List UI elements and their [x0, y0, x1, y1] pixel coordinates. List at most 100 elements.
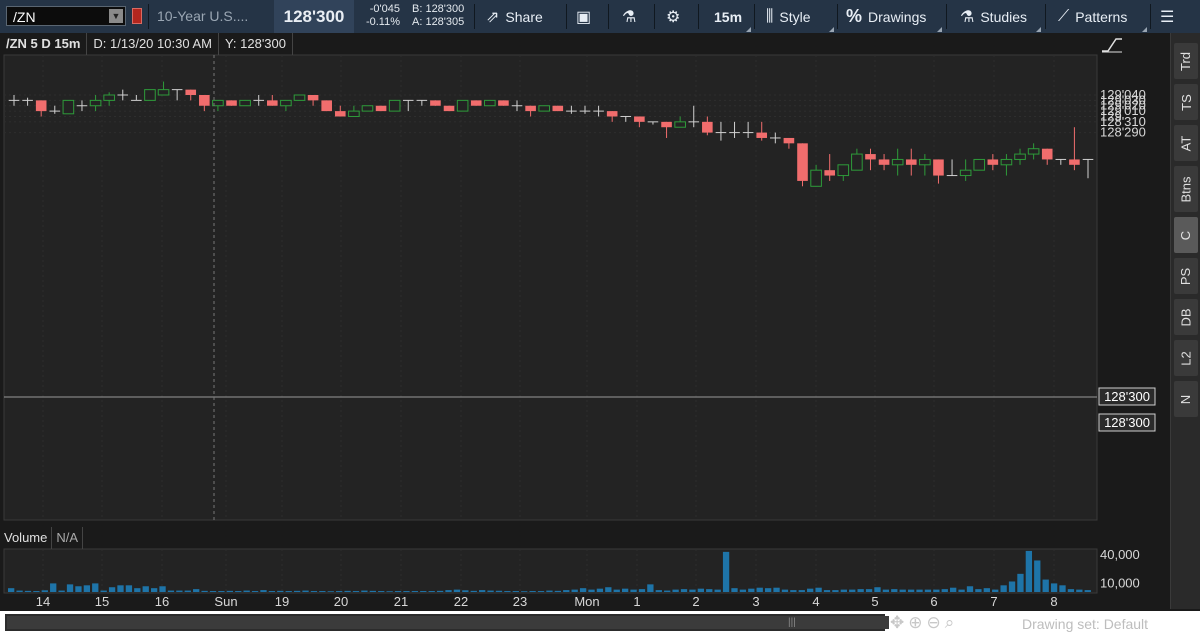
more-button[interactable]: ☰: [1160, 0, 1180, 33]
volume-bar: [512, 591, 519, 592]
tab-n[interactable]: N: [1174, 381, 1198, 417]
chart-settings-button[interactable]: ▣: [576, 0, 597, 33]
gear-icon: ⚙: [666, 8, 681, 26]
volume-bar: [142, 586, 149, 592]
volume-bar: [24, 590, 32, 592]
candle-body: [1027, 148, 1040, 155]
tab-at[interactable]: AT: [1174, 125, 1198, 161]
link-flag-icon[interactable]: [132, 8, 142, 24]
volume-bar: [630, 589, 637, 592]
drawings-label: Drawings: [868, 8, 927, 25]
candle-body: [606, 111, 618, 117]
volume-bar: [176, 590, 183, 592]
candle-body: [348, 110, 360, 117]
candle-body: [293, 94, 306, 101]
reset-zoom-icon[interactable]: ⌕: [945, 613, 959, 632]
tab-ts[interactable]: TS: [1174, 84, 1198, 120]
candle-body: [661, 121, 672, 128]
share-button[interactable]: ⇗ Share: [486, 0, 543, 33]
volume-header: Volume N/A: [0, 527, 84, 549]
net-change: -0'045: [369, 3, 400, 15]
pan-icon[interactable]: ✥: [890, 613, 908, 632]
volume-bar: [992, 589, 999, 592]
volume-bar: [529, 591, 536, 592]
scrollbar-thumb[interactable]: [7, 616, 889, 629]
volume-bar: [167, 590, 175, 592]
candle-body: [321, 100, 332, 112]
tab-trd[interactable]: Trd: [1174, 43, 1198, 79]
drawing-set-selector[interactable]: Drawing set: Default: [1022, 616, 1148, 632]
tab-db[interactable]: DB: [1174, 299, 1198, 335]
zoom-in-icon[interactable]: ⊕: [908, 613, 926, 632]
style-button[interactable]: ⫼ Style: [766, 0, 811, 33]
volume-bar: [588, 589, 595, 592]
tab-l2[interactable]: L2: [1174, 340, 1198, 376]
volume-bar: [403, 591, 410, 592]
candle-body: [484, 99, 496, 107]
patterns-label: Patterns: [1075, 8, 1128, 25]
gear-button[interactable]: ⚙: [666, 0, 686, 33]
volume-bar: [277, 590, 284, 592]
top-toolbar: /ZN ▼ 10-Year U.S.... 128'300 -0'045 -0.…: [0, 0, 1200, 34]
price-axis[interactable]: 129'040129'030129'020129'010129128'31012…: [1100, 87, 1146, 140]
candle-body: [891, 158, 904, 166]
volume-bar: [680, 589, 688, 592]
flask-button[interactable]: ⚗: [622, 0, 642, 33]
volume-bar: [924, 589, 932, 592]
zoom-out-icon[interactable]: ⊖: [927, 613, 945, 632]
volume-bar: [714, 589, 721, 592]
volume-bar: [933, 589, 940, 592]
timeframe-label: 15m: [714, 8, 743, 25]
patterns-icon: ⟋: [1058, 7, 1070, 25]
corner-arrow-icon: [1142, 27, 1147, 32]
price-chart[interactable]: 129'040129'030129'020129'010129128'31012…: [0, 33, 1170, 609]
corner-arrow-icon: [937, 27, 942, 32]
volume-bar: [243, 590, 250, 592]
divider: [654, 4, 655, 29]
candle-body: [837, 164, 850, 177]
timeframe-button[interactable]: 15m: [714, 0, 742, 33]
volume-bar: [159, 586, 166, 592]
volume-bar: [874, 587, 881, 592]
volume-bar: [1084, 590, 1091, 592]
tab-ps[interactable]: PS: [1174, 258, 1198, 294]
symbol-selector[interactable]: /ZN ▼: [6, 6, 126, 26]
divider: [754, 4, 755, 29]
volume-bar: [428, 591, 435, 592]
volume-bar: [394, 591, 402, 592]
symbol-text: /ZN: [13, 9, 36, 25]
studies-label: Studies: [980, 8, 1028, 25]
volume-bar: [445, 590, 452, 592]
volume-bar: [605, 587, 612, 592]
volume-bar: [739, 589, 747, 592]
candle-body: [157, 89, 170, 96]
candle-body: [430, 100, 441, 106]
tab-c[interactable]: C: [1174, 217, 1198, 253]
candle-body: [456, 99, 469, 112]
volume-bar: [117, 585, 124, 592]
candle-body: [987, 159, 999, 165]
volume-bar: [33, 591, 40, 592]
volume-bar: [150, 588, 158, 592]
time-tick-label: 3: [752, 594, 759, 609]
volume-bar: [790, 590, 797, 592]
volume-bar: [1034, 560, 1041, 592]
volume-bar: [596, 588, 604, 592]
candle-body: [267, 100, 278, 106]
candle-body: [973, 158, 986, 171]
chevron-down-icon[interactable]: ▼: [109, 9, 123, 23]
volume-bar: [865, 589, 873, 592]
drawings-button[interactable]: % Drawings: [846, 0, 926, 33]
volume-bar: [546, 590, 553, 592]
volume-bar: [66, 584, 74, 592]
tab-btns[interactable]: Btns: [1174, 166, 1198, 212]
volume-bar: [882, 589, 890, 592]
candle-body: [797, 143, 808, 181]
last-price-label: 128'300: [1104, 415, 1150, 430]
volume-bar: [815, 587, 822, 592]
volume-tick-label: 40,000: [1100, 547, 1140, 562]
patterns-button[interactable]: ⟋ Patterns: [1058, 0, 1127, 33]
candle-body: [1041, 148, 1053, 160]
studies-button[interactable]: ⚗ Studies: [960, 0, 1027, 33]
trend-icon[interactable]: [1100, 37, 1124, 53]
